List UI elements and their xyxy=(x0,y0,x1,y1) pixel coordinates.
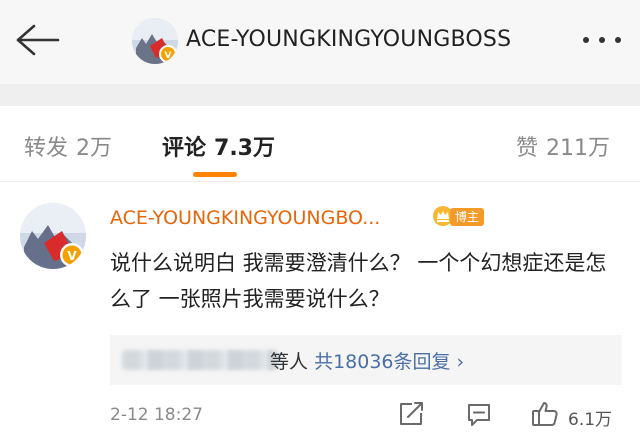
thumbs-up-icon xyxy=(532,402,558,426)
tab-repost-count: 2万 xyxy=(76,136,113,161)
svg-text:V: V xyxy=(165,51,172,61)
comment-like-count: 6.1万 xyxy=(568,410,613,430)
replies-prefix: 等人 xyxy=(270,351,309,373)
comment-avatar[interactable]: V xyxy=(20,203,86,269)
like-button[interactable] xyxy=(530,399,560,429)
tab-comment[interactable]: 评论 7.3万 xyxy=(162,130,275,162)
svg-text:V: V xyxy=(67,249,77,263)
section-divider xyxy=(0,84,640,106)
replies-summary: 等人 共18036条回复 › xyxy=(270,347,464,374)
comment-timestamp: 2-12 18:27 xyxy=(110,405,203,425)
more-button[interactable] xyxy=(578,28,626,52)
page-title: ACE-YOUNGKINGYOUNGBOSS xyxy=(186,27,512,52)
share-button[interactable] xyxy=(396,399,426,429)
tab-like-count: 211万 xyxy=(546,136,611,161)
host-badge: 博主 xyxy=(432,203,484,229)
blurred-usernames xyxy=(122,350,278,370)
back-arrow-icon xyxy=(16,24,60,56)
comment-bubble-icon xyxy=(468,404,490,426)
avatar-image: V xyxy=(20,203,86,269)
tab-comment-count: 7.3万 xyxy=(214,136,275,161)
replies-count[interactable]: 共18036条回复 xyxy=(314,351,450,373)
active-tab-indicator xyxy=(193,172,237,177)
chevron-right-icon: › xyxy=(456,351,465,373)
tab-like-label: 赞 xyxy=(516,136,539,161)
tab-bar: 转发 2万 评论 7.3万 赞 211万 xyxy=(0,106,640,182)
reply-button[interactable] xyxy=(464,399,494,429)
top-bar: V ACE-YOUNGKINGYOUNGBOSS xyxy=(0,0,640,84)
comment-author-name[interactable]: ACE-YOUNGKINGYOUNGBO... xyxy=(110,207,380,229)
comment-text: 说什么说明白 我需要澄清什么？ 一个个幻想症还是怎么了 一张照片我需要说什么？ xyxy=(110,251,607,311)
tab-like[interactable]: 赞 211万 xyxy=(516,130,610,162)
back-button[interactable] xyxy=(14,22,62,58)
share-icon xyxy=(400,402,423,425)
header-avatar[interactable]: V xyxy=(132,18,178,64)
tab-repost-label: 转发 xyxy=(24,136,69,161)
avatar-image: V xyxy=(132,18,178,64)
tab-repost[interactable]: 转发 2万 xyxy=(24,130,112,162)
tab-comment-label: 评论 xyxy=(162,136,207,161)
more-dots-icon xyxy=(583,37,621,43)
replies-preview[interactable]: 等人 共18036条回复 › xyxy=(110,335,622,385)
host-tag: 博主 xyxy=(450,208,484,226)
comment-item: V ACE-YOUNGKINGYOUNGBO... 博主 说什么说明白 我需要澄… xyxy=(0,183,640,445)
